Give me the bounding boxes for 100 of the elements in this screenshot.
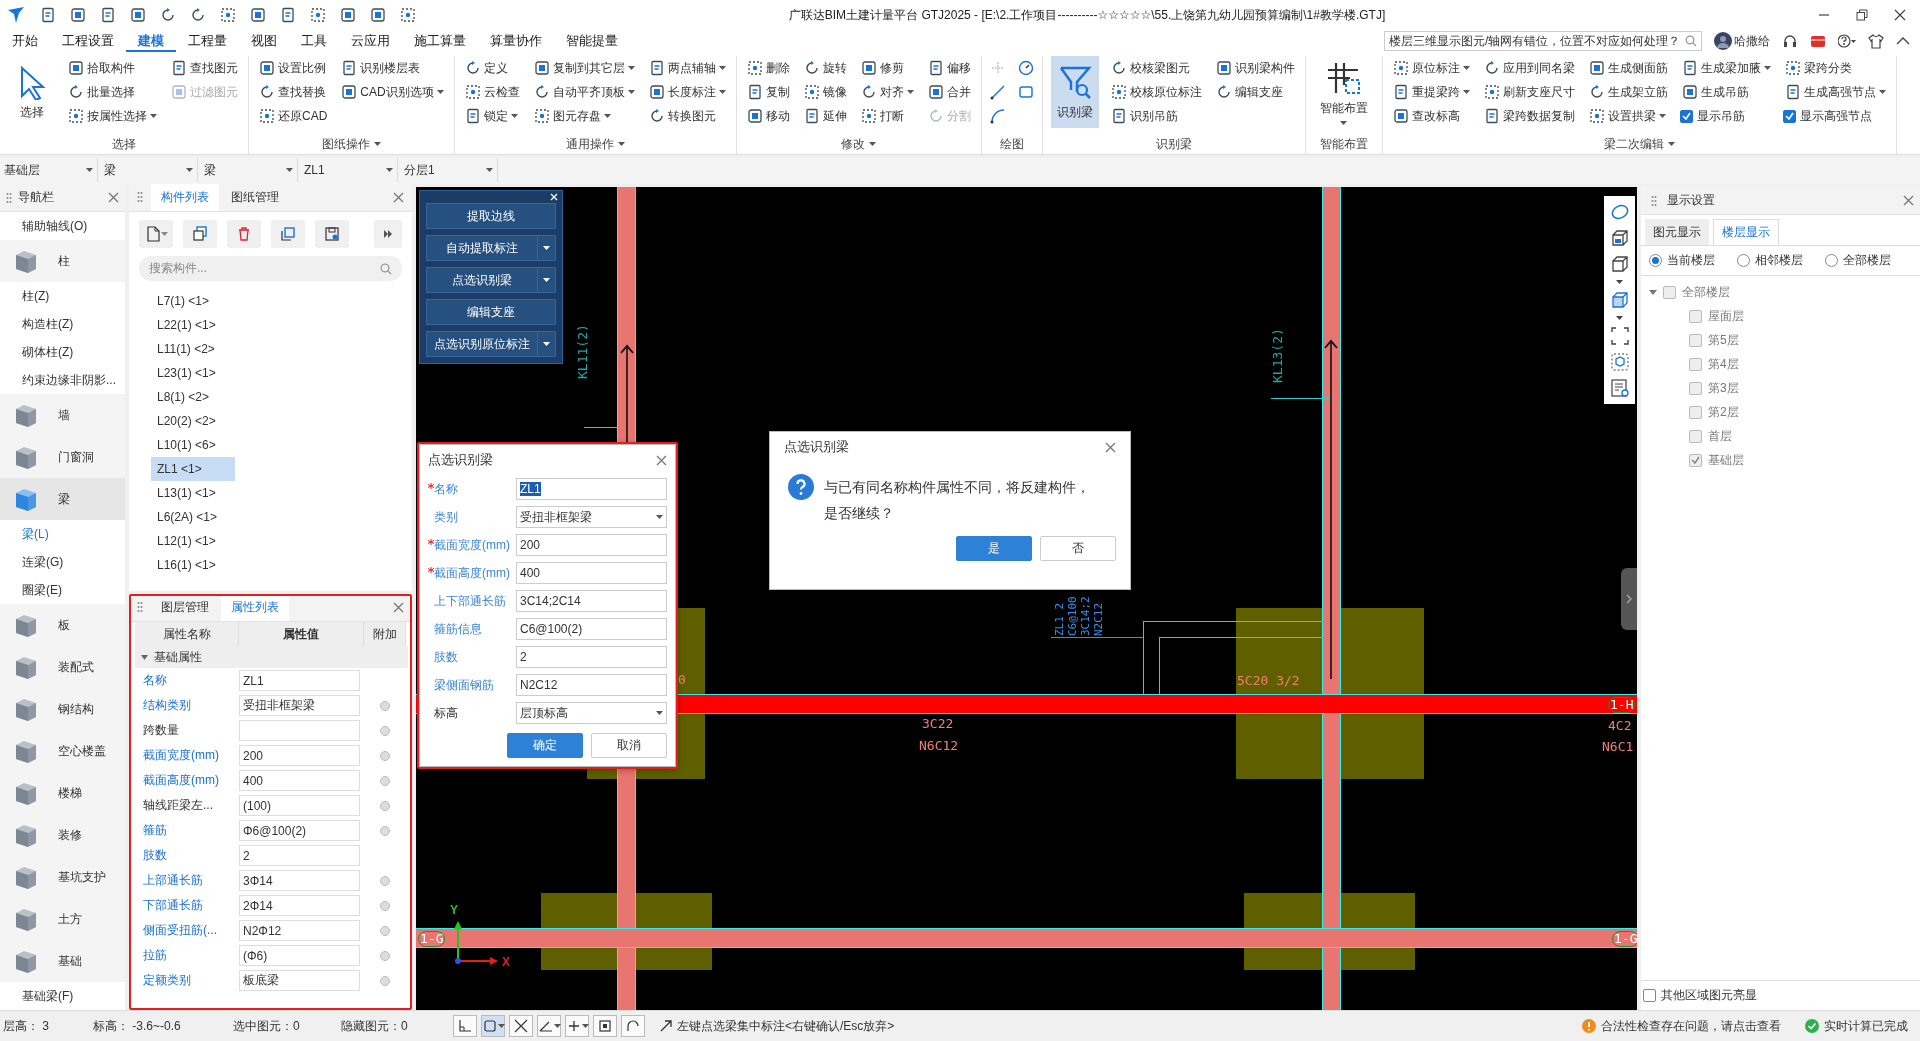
radio-button[interactable] [1737,254,1750,267]
dot-icon[interactable] [380,700,390,711]
navigator-category[interactable]: 基础 [0,940,125,982]
group-title[interactable]: 绘图 [999,135,1024,153]
menu-tab[interactable]: 开始 [0,30,50,52]
grip-icon[interactable] [6,191,12,204]
input-field[interactable]: ZL1 [516,478,667,500]
view-button[interactable] [1609,254,1630,274]
group-title[interactable]: 识别梁 [1155,135,1192,153]
dialog-button[interactable]: 是 [956,536,1032,561]
panel-button[interactable]: 点选识别梁 [426,267,556,293]
checkbox[interactable] [1689,309,1702,323]
shirt-icon[interactable] [1868,33,1884,49]
panel-tab[interactable]: 楼层显示 [1713,219,1779,245]
expand-caret-icon[interactable] [1649,289,1657,295]
grip-icon[interactable] [137,191,143,203]
menu-tab[interactable]: 智能提量 [554,30,630,52]
checkbox[interactable] [1689,453,1702,467]
toolbar-button[interactable] [250,7,266,23]
toolbar-button[interactable] [100,7,116,23]
ribbon-button[interactable]: 偏移 [925,56,973,80]
toolbar-button[interactable] [190,7,206,23]
ribbon-button[interactable]: 查改标高 [1390,104,1472,128]
panel-button[interactable]: 编辑支座 [426,299,556,325]
input-field[interactable]: C6@100(2) [516,618,667,640]
property-value[interactable]: Φ6@100(2) [239,820,360,841]
toolbar-button[interactable] [70,7,86,23]
dropdown-field[interactable]: 受扭非框架梁 [516,506,667,528]
property-value[interactable]: ZL1 [239,670,360,691]
navigator-category[interactable]: 楼梯 [0,772,125,814]
property-value[interactable]: N2Φ12 [239,920,360,941]
panel-tab[interactable]: 属性列表 [221,594,289,621]
navigator-category[interactable]: 柱 [0,240,125,282]
checkbox[interactable] [1663,285,1676,299]
navigator-item[interactable]: 构造柱(Z) [22,315,74,333]
ribbon-button[interactable]: 长度标注 [646,80,728,104]
property-value[interactable]: 受扭非框架梁 [239,695,360,716]
collapse-handle[interactable] [1621,568,1637,630]
property-value[interactable]: (100) [239,795,360,816]
navigator-item[interactable]: 砌体柱(Z) [22,343,74,361]
ribbon-button[interactable]: 合并 [925,80,973,104]
navigator-category[interactable]: 墙 [0,394,125,436]
panel-tab[interactable]: 图层管理 [151,594,219,621]
toolbar-button[interactable] [183,220,217,248]
navigator-item[interactable]: 梁(L) [22,525,49,543]
ribbon-button[interactable]: 生成吊筋 [1679,80,1773,104]
property-value[interactable]: 2 [239,845,360,866]
toolbar-button[interactable] [400,7,416,23]
group-title[interactable]: 通用操作 [565,135,625,153]
dialog-button[interactable]: 确定 [507,733,583,758]
restore-icon[interactable] [1856,9,1868,21]
toolbar-button[interactable] [280,7,296,23]
toolbar-button[interactable] [340,7,356,23]
property-value[interactable]: 200 [239,745,360,766]
checkbox[interactable] [1643,989,1656,1002]
navigator-category[interactable]: 装修 [0,814,125,856]
ribbon-button[interactable]: 还原CAD [257,104,330,128]
list-item[interactable]: L16(1) <1> [151,553,235,577]
ribbon-button[interactable]: 延伸 [801,104,849,128]
input-field[interactable]: 3C14;2C14 [516,590,667,612]
panel-button[interactable]: 提取边线 [426,203,556,229]
ribbon-button[interactable]: 两点辅轴 [646,56,728,80]
ribbon-button[interactable]: 转换图元 [646,104,728,128]
ribbon-button[interactable]: 选择 [8,56,56,128]
ribbon-button[interactable]: 修剪 [858,56,916,80]
ribbon-button[interactable]: 识别吊筋 [1108,104,1204,128]
navigator-category[interactable]: 土方 [0,898,125,940]
expand-caret-icon[interactable] [141,654,148,660]
toolbar-button[interactable] [310,7,326,23]
navigator-category[interactable]: 空心楼盖 [0,730,125,772]
ribbon-button[interactable]: 锁定 [462,104,522,128]
ribbon-button[interactable]: 梁跨数据复制 [1481,104,1577,128]
status-tool-button[interactable] [565,1015,589,1037]
draw-tool-button[interactable] [1017,60,1034,76]
panel-button[interactable]: 自动提取标注 [426,235,556,261]
user-name[interactable]: 哈撒给 [1734,32,1770,50]
expand-button[interactable] [374,220,402,248]
group-title[interactable]: 选择 [112,135,136,153]
property-value[interactable]: 3Φ14 [239,870,360,891]
draw-tool-button[interactable] [989,108,1006,124]
ribbon-button[interactable]: 对齐 [858,80,916,104]
panel-tab[interactable]: 图纸管理 [221,184,289,211]
ribbon-button[interactable]: 自动平齐顶板 [531,80,637,104]
toolbar-button[interactable] [40,7,56,23]
dot-icon[interactable] [380,800,390,811]
ribbon-button[interactable]: CAD识别选项 [339,80,446,104]
navigator-item[interactable]: 约束边缘非阴影... [22,371,116,389]
view-button[interactable] [1609,326,1630,346]
headset-icon[interactable] [1782,33,1798,49]
toolbar-button[interactable] [370,7,386,23]
toolbar-button[interactable] [227,220,261,248]
radio-button[interactable] [1825,254,1838,267]
list-item[interactable]: L10(1) <6> [151,433,235,457]
search-field[interactable]: 楼层三维显示图元/轴网有错位，位置不对应如何处理？ [1384,31,1702,51]
ribbon-button[interactable]: 删除 [744,56,792,80]
menu-tab[interactable]: 云应用 [339,30,402,52]
view-button[interactable] [1609,228,1630,248]
checkbox[interactable] [1689,429,1702,443]
ribbon-button[interactable]: 原位标注 [1390,56,1472,80]
ribbon-button[interactable]: 校核原位标注 [1108,80,1204,104]
